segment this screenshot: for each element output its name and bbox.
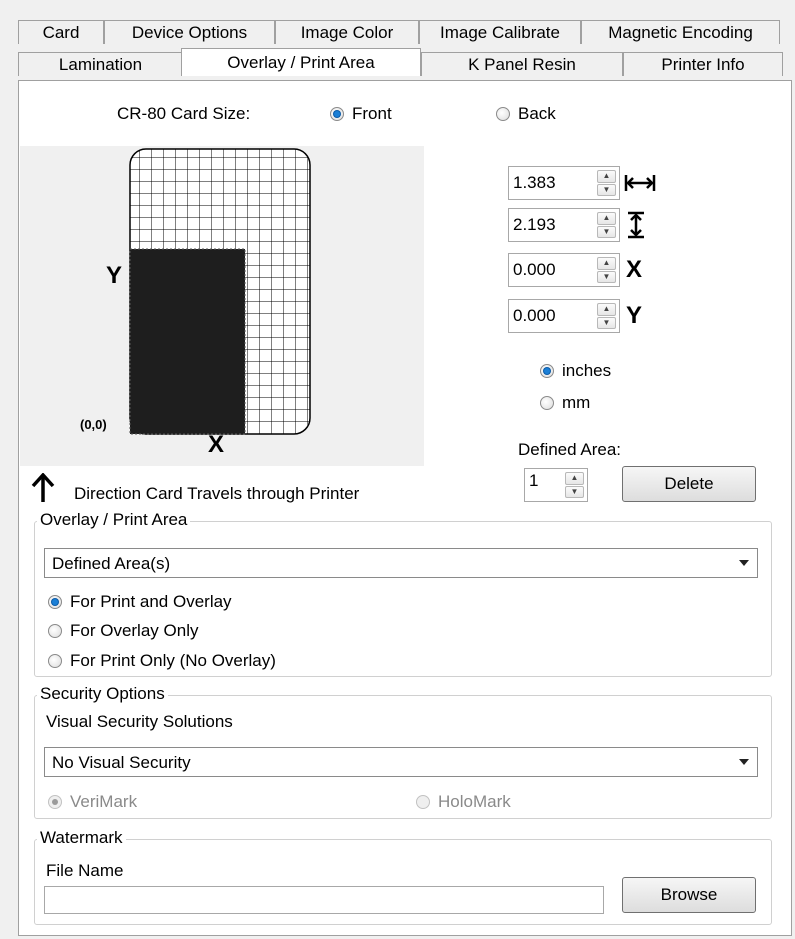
card-diagram: Y X (0,0) — [20, 146, 424, 466]
tab-card[interactable]: Card — [18, 20, 104, 44]
x-symbol: X — [626, 256, 643, 283]
height-spinner[interactable]: 2.193 ▲ ▼ — [508, 208, 620, 242]
defined-area-label: Defined Area: — [518, 440, 622, 459]
file-name-label: File Name — [46, 861, 124, 880]
print-and-overlay-radio[interactable]: For Print and Overlay — [48, 592, 232, 612]
tab-device-options[interactable]: Device Options — [104, 20, 275, 44]
mm-radio[interactable]: mm — [540, 393, 590, 413]
radio-indicator — [48, 654, 62, 668]
print-only-radio[interactable]: For Print Only (No Overlay) — [48, 651, 276, 671]
mm-label: mm — [562, 393, 591, 412]
spin-up-button[interactable]: ▲ — [597, 170, 616, 183]
verimark-label: VeriMark — [70, 792, 138, 811]
direction-text: Direction Card Travels through Printer — [74, 484, 360, 503]
card-size-label: CR-80 Card Size: — [117, 104, 251, 123]
tab-printer-info[interactable]: Printer Info — [623, 52, 783, 76]
overlay-only-radio[interactable]: For Overlay Only — [48, 621, 198, 641]
spin-down-button[interactable]: ▼ — [565, 485, 584, 498]
front-radio[interactable]: Front — [330, 104, 392, 124]
inches-radio[interactable]: inches — [540, 361, 611, 381]
file-name-input[interactable] — [44, 886, 604, 914]
width-icon — [624, 172, 656, 194]
visual-security-value: No Visual Security — [52, 753, 191, 772]
radio-indicator — [48, 795, 62, 809]
delete-button[interactable]: Delete — [622, 466, 756, 502]
option-label: For Overlay Only — [70, 621, 199, 640]
defined-area-spinner[interactable]: 1 ▲ ▼ — [524, 468, 588, 502]
front-label: Front — [352, 104, 392, 123]
defined-area-value: 1 — [529, 471, 539, 490]
y-value: 0.000 — [513, 306, 556, 325]
spin-down-button[interactable]: ▼ — [597, 316, 616, 329]
radio-indicator — [496, 107, 510, 121]
visual-security-dropdown[interactable]: No Visual Security — [44, 747, 758, 777]
chevron-down-icon — [739, 759, 749, 765]
radio-indicator — [330, 107, 344, 121]
y-symbol: Y — [626, 302, 643, 329]
tab-k-panel-resin[interactable]: K Panel Resin — [421, 52, 623, 76]
spin-up-button[interactable]: ▲ — [597, 212, 616, 225]
holomark-label: HoloMark — [438, 792, 511, 811]
spin-down-button[interactable]: ▼ — [597, 270, 616, 283]
y-offset-spinner[interactable]: 0.000 ▲ ▼ — [508, 299, 620, 333]
spin-down-button[interactable]: ▼ — [597, 225, 616, 238]
width-value: 1.383 — [513, 173, 556, 192]
x-value: 0.000 — [513, 260, 556, 279]
tab-overlay-print-area[interactable]: Overlay / Print Area — [181, 48, 421, 76]
spin-up-button[interactable]: ▲ — [565, 472, 584, 485]
origin-label: (0,0) — [80, 417, 107, 432]
radio-indicator — [540, 396, 554, 410]
overlay-dropdown[interactable]: Defined Area(s) — [44, 548, 758, 578]
visual-security-label: Visual Security Solutions — [46, 712, 233, 731]
diagram-x-label: X — [208, 431, 225, 458]
option-label: For Print and Overlay — [70, 592, 232, 611]
diagram-y-label: Y — [106, 262, 123, 289]
tab-image-calibrate[interactable]: Image Calibrate — [419, 20, 581, 44]
radio-indicator — [48, 595, 62, 609]
radio-indicator — [416, 795, 430, 809]
up-arrow-icon — [30, 472, 56, 503]
verimark-radio: VeriMark — [48, 792, 137, 812]
spin-up-button[interactable]: ▲ — [597, 257, 616, 270]
back-radio[interactable]: Back — [496, 104, 556, 124]
inches-label: inches — [562, 361, 612, 380]
tab-magnetic-encoding[interactable]: Magnetic Encoding — [581, 20, 780, 44]
radio-indicator — [48, 624, 62, 638]
x-offset-spinner[interactable]: 0.000 ▲ ▼ — [508, 253, 620, 287]
spin-up-button[interactable]: ▲ — [597, 303, 616, 316]
overlay-group-title: Overlay / Print Area — [37, 510, 191, 530]
spin-down-button[interactable]: ▼ — [597, 183, 616, 196]
height-icon — [626, 211, 646, 239]
back-label: Back — [518, 104, 556, 123]
overlay-dropdown-value: Defined Area(s) — [52, 554, 171, 573]
radio-indicator — [540, 364, 554, 378]
height-value: 2.193 — [513, 215, 556, 234]
option-label: For Print Only (No Overlay) — [70, 651, 276, 670]
security-group-title: Security Options — [37, 684, 168, 704]
tab-lamination[interactable]: Lamination — [18, 52, 183, 76]
chevron-down-icon — [739, 560, 749, 566]
holomark-radio: HoloMark — [416, 792, 511, 812]
browse-button[interactable]: Browse — [622, 877, 756, 913]
tab-image-color[interactable]: Image Color — [275, 20, 419, 44]
width-spinner[interactable]: 1.383 ▲ ▼ — [508, 166, 620, 200]
watermark-group-title: Watermark — [37, 828, 126, 848]
